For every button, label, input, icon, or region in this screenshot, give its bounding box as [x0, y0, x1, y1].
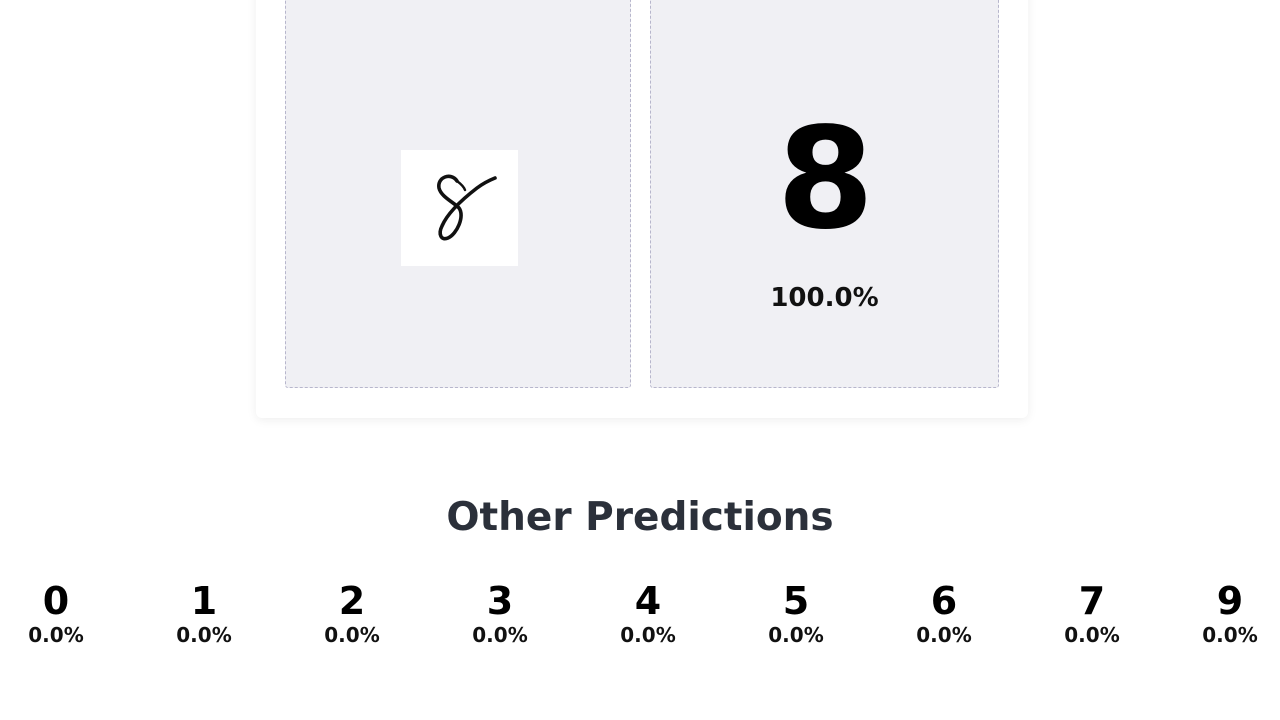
- other-predictions-title: Other Predictions: [446, 495, 834, 540]
- other-prediction-item: 0 0.0%: [6, 578, 106, 648]
- other-prediction-digit: 4: [634, 579, 662, 623]
- other-prediction-percent: 0.0%: [620, 623, 676, 647]
- other-prediction-digit: 6: [930, 579, 958, 623]
- other-prediction-percent: 0.0%: [768, 623, 824, 647]
- other-prediction-digit: 0: [42, 579, 70, 623]
- other-prediction-percent: 0.0%: [916, 623, 972, 647]
- other-prediction-digit: 5: [782, 579, 810, 623]
- other-prediction-item: 1 0.0%: [154, 578, 254, 648]
- other-prediction-item: 6 0.0%: [894, 578, 994, 648]
- other-prediction-item: 9 0.0%: [1180, 578, 1280, 648]
- other-prediction-percent: 0.0%: [28, 623, 84, 647]
- other-prediction-percent: 0.0%: [472, 623, 528, 647]
- other-prediction-item: 3 0.0%: [450, 578, 550, 648]
- other-prediction-digit: 1: [190, 579, 218, 623]
- other-prediction-digit: 3: [486, 579, 514, 623]
- other-prediction-percent: 0.0%: [1064, 623, 1120, 647]
- other-prediction-percent: 0.0%: [176, 623, 232, 647]
- other-prediction-item: 5 0.0%: [746, 578, 846, 648]
- other-prediction-digit: 2: [338, 579, 366, 623]
- other-prediction-digit: 9: [1216, 579, 1244, 623]
- other-prediction-percent: 0.0%: [1202, 623, 1258, 647]
- other-prediction-digit: 7: [1078, 579, 1106, 623]
- other-prediction-item: 7 0.0%: [1042, 578, 1142, 648]
- other-prediction-item: 4 0.0%: [598, 578, 698, 648]
- predicted-digit: 8: [776, 98, 874, 261]
- other-prediction-percent: 0.0%: [324, 623, 380, 647]
- other-prediction-item: 2 0.0%: [302, 578, 402, 648]
- input-digit-image: [401, 150, 518, 266]
- prediction-confidence: 100.0%: [770, 283, 879, 313]
